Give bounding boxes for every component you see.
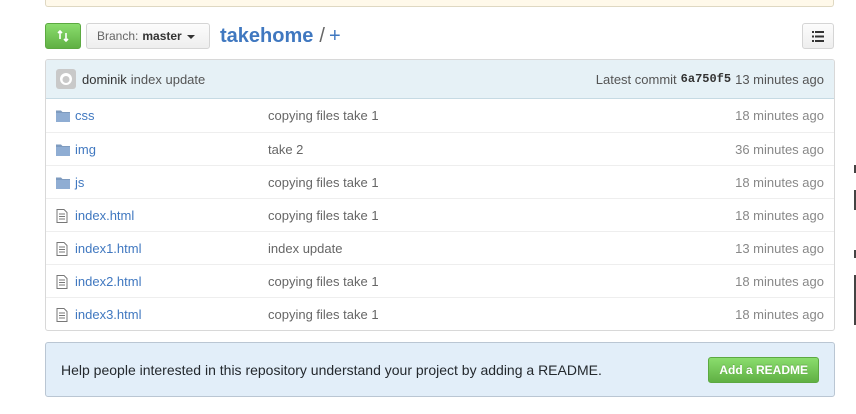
file-age: 18 minutes ago	[735, 273, 824, 289]
file-age: 18 minutes ago	[735, 306, 824, 322]
table-row: js copying files take 1 18 minutes ago	[46, 165, 834, 198]
file-commit-message[interactable]: copying files take 1	[268, 274, 379, 289]
file-text-icon	[56, 275, 70, 289]
file-commit-message[interactable]: copying files take 1	[268, 108, 379, 123]
folder-icon	[56, 109, 70, 122]
add-file-link[interactable]: +	[329, 25, 341, 48]
file-name-link[interactable]: index1.html	[75, 241, 141, 256]
file-name-link[interactable]: css	[75, 108, 95, 123]
file-name-link[interactable]: index2.html	[75, 274, 141, 289]
table-row: index2.html copying files take 1 18 minute…	[46, 264, 834, 297]
file-text-icon	[56, 308, 70, 322]
file-name-link[interactable]: index3.html	[75, 307, 141, 322]
file-age: 18 minutes ago	[735, 207, 824, 223]
file-commit-message[interactable]: index update	[268, 241, 342, 256]
folder-icon	[56, 176, 70, 189]
file-name-link[interactable]: index.html	[75, 208, 134, 223]
file-commit-message[interactable]: copying files take 1	[268, 307, 379, 322]
latest-commit-label: Latest commit	[595, 71, 677, 87]
commit-message[interactable]: index update	[131, 72, 205, 87]
table-row: index1.html index update 13 minutes ago	[46, 231, 834, 264]
breadcrumb: takehome / +	[220, 23, 341, 49]
file-rows: css copying files take 1 18 minutes ago img…	[46, 99, 834, 330]
file-name-link[interactable]: js	[75, 175, 84, 190]
branch-prefix: Branch:	[97, 29, 139, 43]
commit-sha[interactable]: 6a750f5	[681, 72, 731, 86]
compare-button[interactable]	[45, 23, 81, 49]
file-text-icon	[56, 242, 70, 256]
repo-name-link[interactable]: takehome	[220, 25, 313, 48]
commit-tease: dominik index update Latest commit 6a750…	[46, 60, 834, 99]
file-commit-message[interactable]: take 2	[268, 142, 303, 157]
file-age: 36 minutes ago	[735, 141, 824, 157]
list-button[interactable]	[802, 23, 834, 49]
branch-select[interactable]: Branch: master	[86, 23, 210, 49]
table-row: index.html copying files take 1 18 minutes…	[46, 198, 834, 231]
readme-prompt: Help people interested in this repositor…	[45, 342, 835, 397]
commit-age: 13 minutes ago	[735, 71, 824, 87]
path-separator: /	[319, 24, 325, 47]
commit-meta: Latest commit 6a750f5 13 minutes ago	[596, 72, 824, 87]
compare-icon	[57, 29, 69, 43]
avatar-icon[interactable]	[56, 69, 76, 89]
file-table: dominik index update Latest commit 6a750…	[45, 59, 835, 331]
caret-down-icon	[186, 34, 195, 39]
readme-prompt-text: Help people interested in this repositor…	[61, 361, 602, 378]
avatar-octocat-icon	[60, 73, 72, 85]
file-age: 18 minutes ago	[735, 108, 824, 123]
file-navigation: Branch: master takehome / +	[45, 23, 834, 49]
file-commit-message[interactable]: copying files take 1	[268, 175, 379, 190]
file-text-icon	[56, 209, 70, 223]
file-commit-message[interactable]: copying files take 1	[268, 208, 379, 223]
file-age: 18 minutes ago	[735, 174, 824, 190]
table-row: index3.html copying files take 1 18 minute…	[46, 297, 834, 330]
branch-name: master	[142, 29, 182, 43]
table-row: css copying files take 1 18 minutes ago	[46, 99, 834, 132]
add-readme-button[interactable]: Add a README	[708, 356, 819, 383]
top-banner	[45, 0, 834, 7]
folder-icon	[56, 143, 70, 156]
commit-author[interactable]: dominik	[82, 72, 127, 87]
file-age: 13 minutes ago	[735, 240, 824, 256]
file-name-link[interactable]: img	[75, 142, 96, 157]
list-icon	[812, 30, 824, 42]
table-row: img take 2 36 minutes ago	[46, 132, 834, 165]
